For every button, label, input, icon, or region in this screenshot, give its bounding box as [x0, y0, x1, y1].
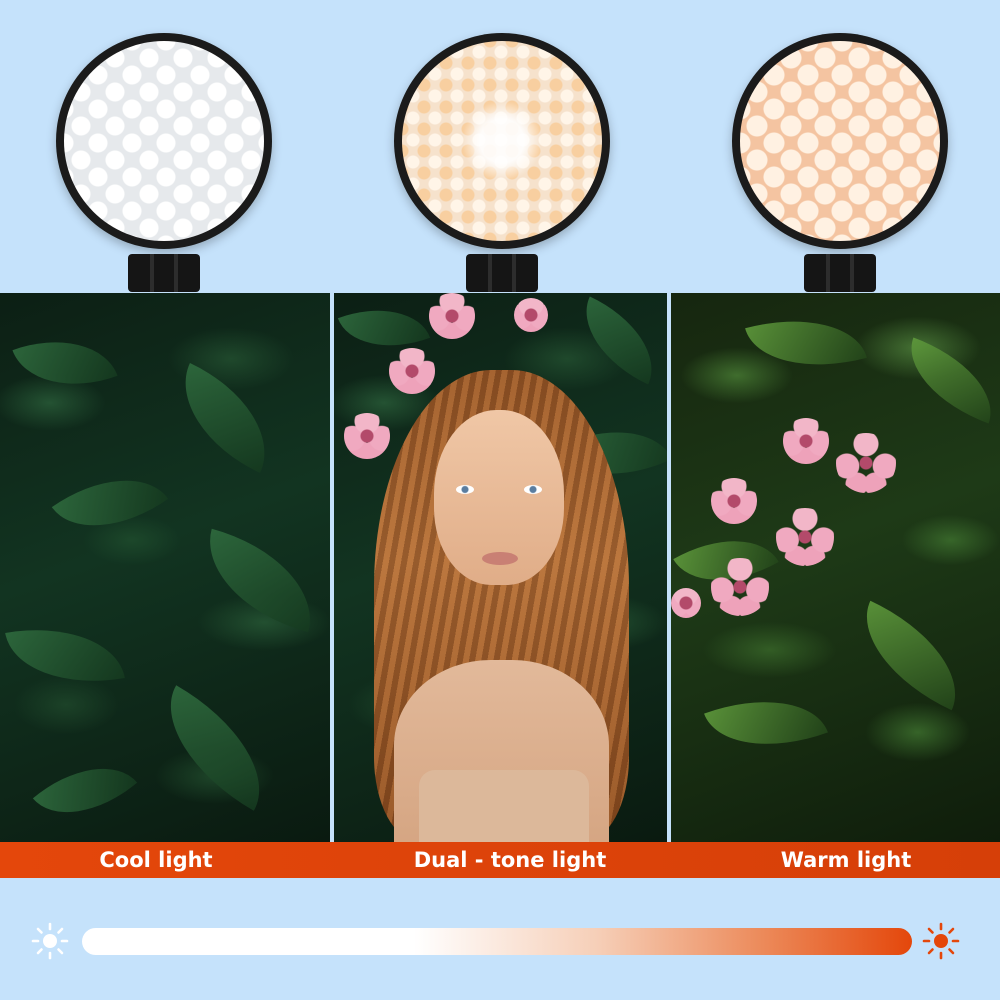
light-head-cool — [56, 33, 272, 249]
panel-dual-tone-light — [334, 0, 667, 842]
panel-warm-light — [671, 0, 1000, 842]
led-panel-cool — [64, 41, 264, 241]
label-bar: Cool light Dual - tone light Warm light — [0, 842, 1000, 878]
color-temperature-bar — [82, 928, 912, 955]
label-dual-tone-light: Dual - tone light — [413, 848, 607, 872]
light-clip-mount — [128, 254, 200, 292]
label-warm-light: Warm light — [780, 848, 912, 872]
right-eye — [524, 485, 542, 494]
panel-cool-light — [0, 0, 330, 842]
light-clip-mount — [466, 254, 538, 292]
left-eye — [456, 485, 474, 494]
led-panel-dual — [402, 41, 602, 241]
woman-top — [419, 770, 589, 842]
sun-cool-icon — [30, 921, 70, 961]
sun-warm-icon — [921, 921, 961, 961]
led-panel-warm — [740, 41, 940, 241]
lips — [482, 552, 518, 565]
light-head-dual — [394, 33, 610, 249]
light-clip-mount — [804, 254, 876, 292]
foliage-photo-warm — [671, 293, 1000, 842]
label-cool-light: Cool light — [99, 848, 213, 872]
foliage-photo-cool — [0, 293, 330, 842]
light-head-warm — [732, 33, 948, 249]
